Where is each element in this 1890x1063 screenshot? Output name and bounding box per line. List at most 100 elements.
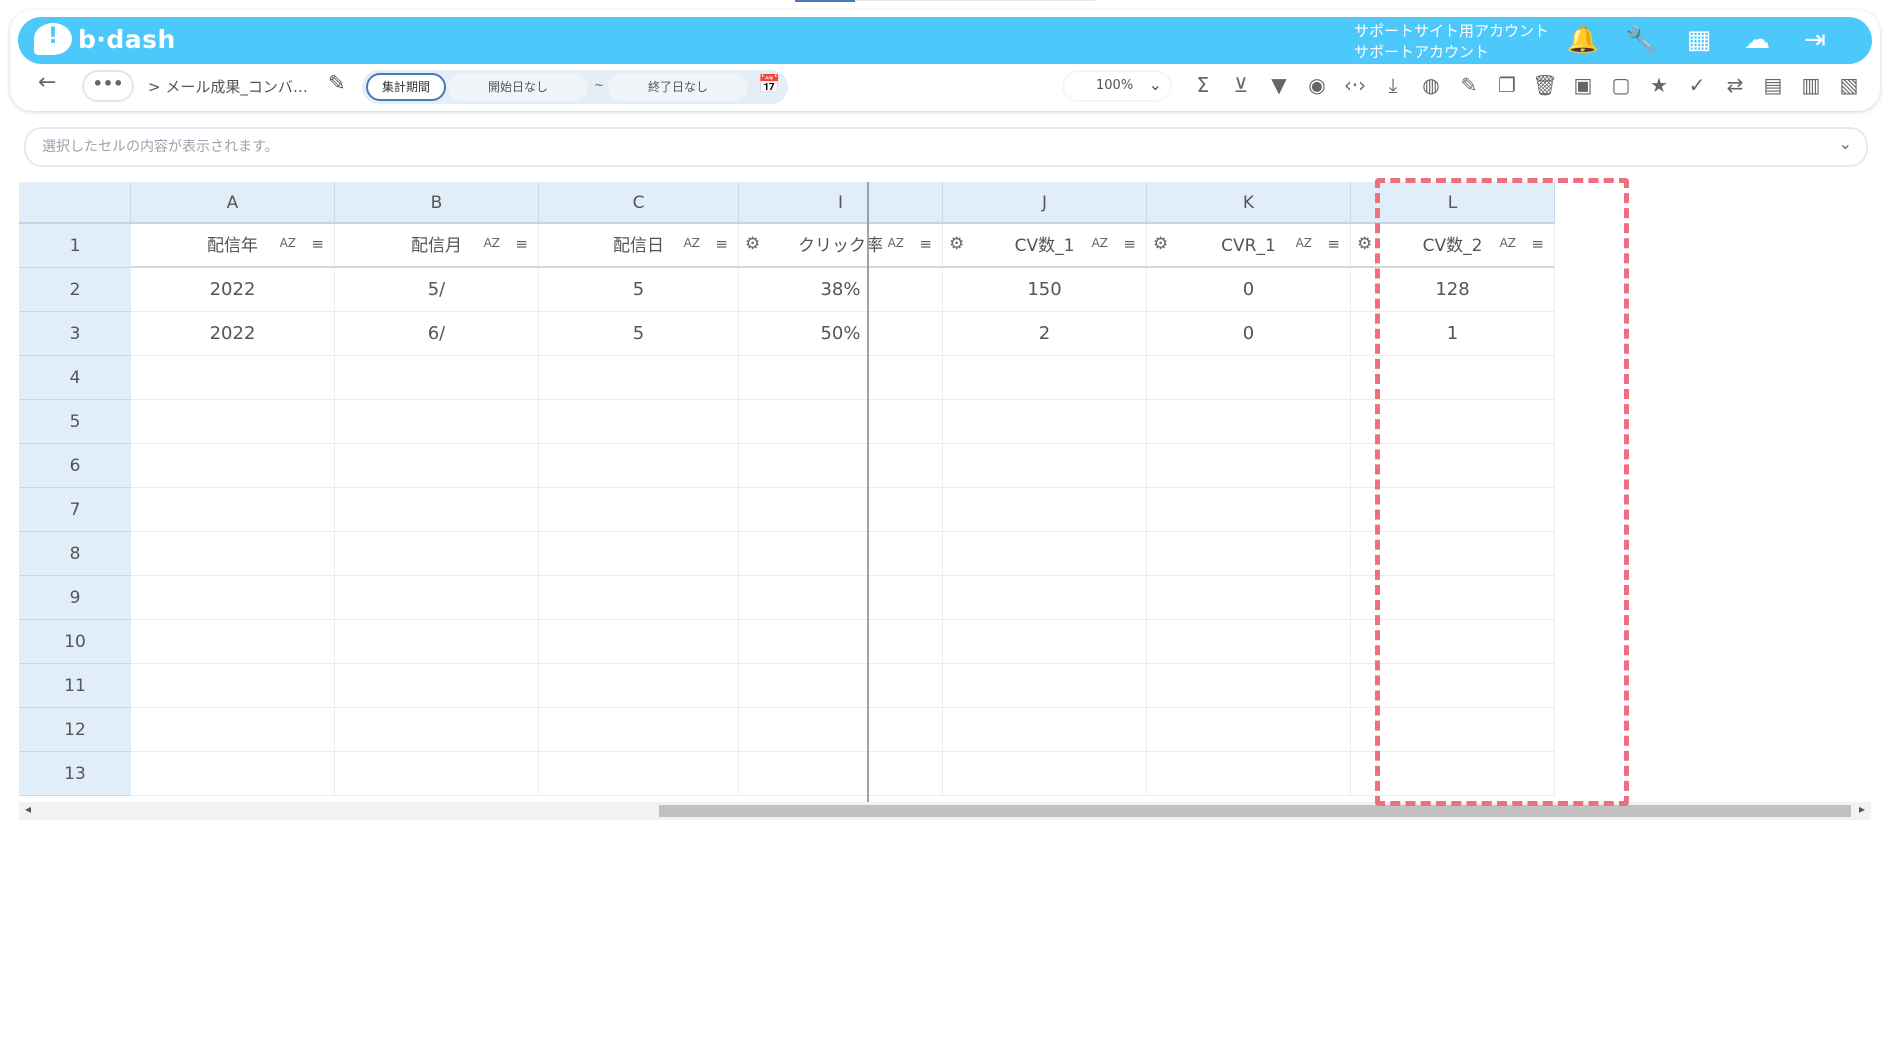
header-cell[interactable]: ⚙ クリック率 AZ ≡ — [739, 224, 943, 268]
table-cell[interactable] — [1351, 576, 1555, 620]
table-cell[interactable] — [739, 444, 943, 488]
table-cell[interactable] — [1147, 752, 1351, 796]
column-header[interactable]: A — [131, 182, 335, 224]
period-button[interactable]: 集計期間 — [366, 73, 446, 101]
table-cell[interactable] — [539, 576, 739, 620]
column-filter-icon[interactable]: ≡ — [1531, 235, 1544, 253]
table-cell[interactable] — [1351, 400, 1555, 444]
copy-icon[interactable]: ❐ — [1494, 70, 1520, 100]
sort-az-icon[interactable]: AZ — [684, 236, 700, 250]
header-cell[interactable]: 配信月 AZ ≡ — [335, 224, 539, 268]
table-cell[interactable] — [539, 400, 739, 444]
cell-content-input[interactable] — [40, 135, 1804, 159]
table-cell[interactable] — [739, 488, 943, 532]
download-icon[interactable]: ⤓ — [1380, 70, 1406, 100]
edit-note-icon[interactable]: ✎ — [1456, 70, 1482, 100]
code-icon[interactable]: ‹·› — [1342, 70, 1368, 100]
filter-clear-icon[interactable]: ⊻ — [1228, 70, 1254, 100]
table-cell[interactable] — [539, 488, 739, 532]
table-cell[interactable] — [1147, 532, 1351, 576]
header-cell[interactable]: 配信日 AZ ≡ — [539, 224, 739, 268]
column-header[interactable]: J — [943, 182, 1147, 224]
table-cell[interactable] — [335, 576, 539, 620]
table-cell[interactable]: 5 — [539, 312, 739, 356]
sort-az-icon[interactable]: AZ — [1092, 236, 1108, 250]
table-cell[interactable] — [943, 356, 1147, 400]
table-cell[interactable] — [1351, 708, 1555, 752]
column-filter-icon[interactable]: ≡ — [1123, 235, 1136, 253]
table-cell[interactable] — [539, 444, 739, 488]
trash-icon[interactable]: 🗑 — [1532, 70, 1558, 100]
eye-icon[interactable]: ◉ — [1304, 70, 1330, 100]
logo[interactable]: b·dash — [34, 23, 176, 55]
table-cell[interactable] — [539, 356, 739, 400]
sum-icon[interactable]: Σ — [1190, 70, 1216, 100]
table-cell[interactable]: 1 — [1351, 312, 1555, 356]
table-cell[interactable] — [1351, 664, 1555, 708]
sort-az-icon[interactable]: AZ — [484, 236, 500, 250]
table-cell[interactable] — [739, 400, 943, 444]
bell-icon[interactable]: 🔔 — [1566, 23, 1600, 57]
column-header[interactable]: K — [1147, 182, 1351, 224]
sort-az-icon[interactable]: AZ — [280, 236, 296, 250]
row-header[interactable]: 11 — [19, 664, 131, 708]
column-header[interactable]: I — [739, 182, 943, 224]
row-header[interactable]: 8 — [19, 532, 131, 576]
chart-icon[interactable]: ◍ — [1418, 70, 1444, 100]
table-cell[interactable] — [335, 532, 539, 576]
table-cell[interactable] — [739, 708, 943, 752]
table-cell[interactable] — [1147, 708, 1351, 752]
table-cell[interactable] — [335, 400, 539, 444]
horizontal-scrollbar[interactable]: ◂ ▸ — [19, 802, 1871, 820]
table-cell[interactable] — [131, 356, 335, 400]
table-cell[interactable] — [943, 576, 1147, 620]
wrench-icon[interactable]: 🔧 — [1624, 23, 1658, 57]
table-cell[interactable] — [739, 664, 943, 708]
table-cell[interactable] — [1351, 444, 1555, 488]
table-cell[interactable]: 128 — [1351, 268, 1555, 312]
column-filter-icon[interactable]: ≡ — [919, 235, 932, 253]
back-arrow-icon[interactable]: ← — [38, 70, 56, 95]
apps-grid-icon[interactable]: ▦ — [1682, 23, 1716, 57]
table-cell[interactable] — [739, 532, 943, 576]
column-filter-icon[interactable]: ≡ — [311, 235, 324, 253]
table-cell[interactable] — [131, 444, 335, 488]
row-header[interactable]: 12 — [19, 708, 131, 752]
header-cell[interactable]: ⚙ CVR_1 AZ ≡ — [1147, 224, 1351, 268]
table-cell[interactable] — [943, 752, 1147, 796]
row-header[interactable]: 13 — [19, 752, 131, 796]
table-cell[interactable] — [131, 576, 335, 620]
table-cell[interactable] — [739, 576, 943, 620]
column-filter-icon[interactable]: ≡ — [1327, 235, 1340, 253]
row-header[interactable]: 6 — [19, 444, 131, 488]
table-cell[interactable] — [1351, 620, 1555, 664]
user-check-icon[interactable]: ✓ — [1684, 70, 1710, 100]
table-cell[interactable] — [131, 488, 335, 532]
repeat-icon[interactable]: ⇄ — [1722, 70, 1748, 100]
table-cell[interactable]: 38% — [739, 268, 943, 312]
table-cell[interactable]: 150 — [943, 268, 1147, 312]
table-cell[interactable] — [1351, 532, 1555, 576]
table-cell[interactable] — [739, 752, 943, 796]
table-cell[interactable]: 5 — [539, 268, 739, 312]
star-icon[interactable]: ★ — [1646, 70, 1672, 100]
table-cell[interactable] — [1147, 664, 1351, 708]
column-header[interactable]: L — [1351, 182, 1555, 224]
chat-bot-icon[interactable]: ☁ — [1740, 23, 1774, 57]
row-header[interactable]: 7 — [19, 488, 131, 532]
date-calendar-icon[interactable]: 📅 — [758, 74, 780, 95]
table-cell[interactable] — [943, 620, 1147, 664]
end-date-field[interactable]: 終了日なし — [608, 73, 748, 101]
row-header[interactable]: 10 — [19, 620, 131, 664]
filter-icon[interactable]: ▼ — [1266, 70, 1292, 100]
table-cell[interactable] — [943, 488, 1147, 532]
table-cell[interactable]: 5/ — [335, 268, 539, 312]
table-cell[interactable] — [335, 708, 539, 752]
frozen-column-divider[interactable] — [867, 182, 869, 802]
table-cell[interactable] — [1351, 752, 1555, 796]
table-cell[interactable] — [131, 708, 335, 752]
table-cell[interactable] — [131, 664, 335, 708]
header-cell[interactable]: ⚙ CV数_1 AZ ≡ — [943, 224, 1147, 268]
row-header[interactable]: 9 — [19, 576, 131, 620]
archive-icon[interactable]: ▣ — [1570, 70, 1596, 100]
